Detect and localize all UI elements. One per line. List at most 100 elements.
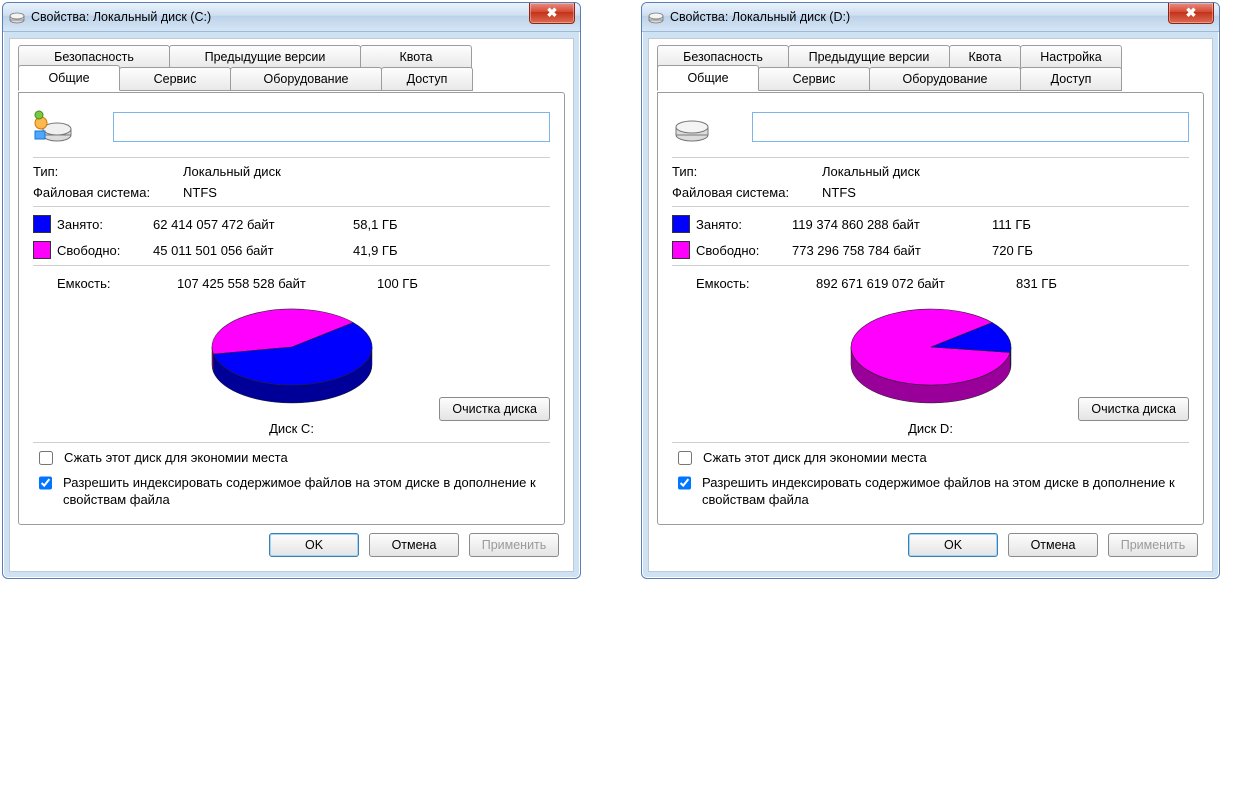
dialog-footer: OK Отмена Применить [657, 525, 1204, 563]
tab[interactable]: Доступ [1020, 67, 1122, 91]
drive-icon [33, 107, 73, 147]
capacity-human: 100 ГБ [377, 276, 457, 291]
tab-row-front: ОбщиеСервисОборудованиеДоступ [18, 67, 472, 91]
capacity-label: Емкость: [57, 276, 177, 291]
free-bytes: 773 296 758 784 байт [792, 243, 992, 258]
divider [33, 206, 550, 207]
dialog-footer: OK Отмена Применить [18, 525, 565, 563]
drive-info: Тип:Локальный дискФайловая система:NTFS [33, 164, 550, 200]
properties-window-c: Свойства: Локальный диск (С:)✖Безопаснос… [2, 2, 581, 579]
fs-label: Файловая система: [672, 185, 822, 200]
type-label: Тип: [672, 164, 822, 179]
index-label: Разрешить индексировать содержимое файло… [702, 474, 1187, 508]
tab-general-active[interactable]: Общие [18, 65, 120, 91]
tab-row-front: ОбщиеСервисОборудованиеДоступ [657, 67, 1121, 91]
free-label: Свободно: [57, 243, 153, 258]
capacity-row: Емкость:892 671 619 072 байт831 ГБ [696, 276, 1189, 291]
pie-caption: Диск C: [33, 421, 550, 436]
index-checkbox[interactable] [678, 476, 691, 490]
tabstrip: БезопасностьПредыдущие версииКвотаНастро… [657, 45, 1204, 93]
disk-icon [648, 9, 664, 25]
window-title: Свойства: Локальный диск (D:) [670, 10, 850, 24]
divider [33, 265, 550, 266]
free-swatch [33, 241, 51, 259]
divider [672, 157, 1189, 158]
compress-label: Сжать этот диск для экономии места [703, 449, 927, 466]
tab-back[interactable]: Квота [949, 45, 1021, 69]
tab-page-general: Тип:Локальный дискФайловая система:NTFS З… [657, 92, 1204, 525]
compress-checkbox[interactable] [39, 451, 53, 465]
index-checkbox[interactable] [39, 476, 52, 490]
close-button[interactable]: ✖ [529, 3, 575, 24]
used-label: Занято: [57, 217, 153, 232]
tab-general-active[interactable]: Общие [657, 65, 759, 91]
used-swatch [33, 215, 51, 233]
index-label: Разрешить индексировать содержимое файло… [63, 474, 548, 508]
compress-label: Сжать этот диск для экономии места [64, 449, 288, 466]
compress-checkbox-row[interactable]: Сжать этот диск для экономии места [35, 449, 548, 468]
free-label: Свободно: [696, 243, 792, 258]
client-area: БезопасностьПредыдущие версииКвотаНастро… [648, 38, 1213, 572]
tab[interactable]: Оборудование [869, 67, 1021, 91]
usage-grid: Занято:119 374 860 288 байт111 ГБ Свободн… [672, 215, 1189, 259]
index-checkbox-row[interactable]: Разрешить индексировать содержимое файло… [35, 474, 548, 508]
used-swatch [672, 215, 690, 233]
tab-back[interactable]: Настройка [1020, 45, 1122, 69]
drive-label-input[interactable] [113, 112, 550, 142]
type-value: Локальный диск [822, 164, 1189, 179]
ok-button[interactable]: OK [269, 533, 359, 557]
tab[interactable]: Доступ [381, 67, 473, 91]
disk-icon [9, 9, 25, 25]
cancel-button[interactable]: Отмена [369, 533, 459, 557]
drive-label-input[interactable] [752, 112, 1189, 142]
disk-cleanup-button[interactable]: Очистка диска [1078, 397, 1189, 421]
used-human: 58,1 ГБ [353, 217, 433, 232]
usage-grid: Занято:62 414 057 472 байт58,1 ГБ Свободн… [33, 215, 550, 259]
disk-cleanup-button[interactable]: Очистка диска [439, 397, 550, 421]
free-bytes: 45 011 501 056 байт [153, 243, 353, 258]
used-label: Занято: [696, 217, 792, 232]
capacity-human: 831 ГБ [1016, 276, 1096, 291]
fs-label: Файловая система: [33, 185, 183, 200]
close-button[interactable]: ✖ [1168, 3, 1214, 24]
divider [672, 265, 1189, 266]
tab-back[interactable]: Квота [360, 45, 472, 69]
type-value: Локальный диск [183, 164, 550, 179]
drive-name-row [33, 107, 550, 147]
used-bytes: 62 414 057 472 байт [153, 217, 353, 232]
tabstrip: БезопасностьПредыдущие версииКвотаОбщиеС… [18, 45, 565, 93]
capacity-label: Емкость: [696, 276, 816, 291]
compress-checkbox-row[interactable]: Сжать этот диск для экономии места [674, 449, 1187, 468]
tab[interactable]: Оборудование [230, 67, 382, 91]
tab-back[interactable]: Предыдущие версии [788, 45, 950, 69]
divider [672, 206, 1189, 207]
fs-value: NTFS [822, 185, 1189, 200]
apply-button[interactable]: Применить [1108, 533, 1198, 557]
properties-window-d: Свойства: Локальный диск (D:) ✖ Безопаснос… [641, 2, 1220, 579]
used-human: 111 ГБ [992, 217, 1072, 232]
divider [33, 442, 550, 443]
tab[interactable]: Сервис [758, 67, 870, 91]
compress-checkbox[interactable] [678, 451, 692, 465]
client-area: БезопасностьПредыдущие версииКвотаОбщиеС… [9, 38, 574, 572]
divider [33, 157, 550, 158]
tab-back[interactable]: Предыдущие версии [169, 45, 361, 69]
drive-info: Тип:Локальный дискФайловая система:NTFS [672, 164, 1189, 200]
fs-value: NTFS [183, 185, 550, 200]
window-title: Свойства: Локальный диск (С:) [31, 10, 211, 24]
used-bytes: 119 374 860 288 байт [792, 217, 992, 232]
ok-button[interactable]: OK [908, 533, 998, 557]
tab[interactable]: Сервис [119, 67, 231, 91]
type-label: Тип: [33, 164, 183, 179]
titlebar[interactable]: Свойства: Локальный диск (D:) ✖ [642, 3, 1219, 32]
tab-page-general: Тип:Локальный дискФайловая система:NTFS З… [18, 92, 565, 525]
drive-icon [672, 107, 712, 147]
index-checkbox-row[interactable]: Разрешить индексировать содержимое файло… [674, 474, 1187, 508]
cancel-button[interactable]: Отмена [1008, 533, 1098, 557]
capacity-row: Емкость:107 425 558 528 байт100 ГБ [57, 276, 550, 291]
apply-button[interactable]: Применить [469, 533, 559, 557]
titlebar[interactable]: Свойства: Локальный диск (С:) ✖ [3, 3, 580, 32]
capacity-bytes: 892 671 619 072 байт [816, 276, 1016, 291]
free-human: 41,9 ГБ [353, 243, 433, 258]
free-human: 720 ГБ [992, 243, 1072, 258]
